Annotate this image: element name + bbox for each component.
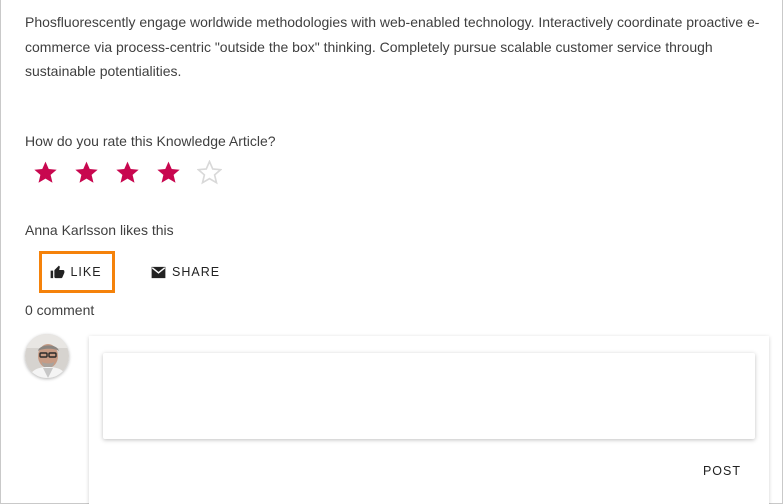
article-panel: Phosfluorescently engage worldwide metho…: [0, 0, 783, 504]
comment-card: POST: [89, 336, 769, 504]
thumbs-up-icon: [51, 265, 65, 278]
star-rating: [33, 160, 238, 185]
share-button[interactable]: SHARE: [151, 258, 220, 286]
user-photo: [25, 334, 69, 378]
rating-question: How do you rate this Knowledge Article?: [25, 133, 276, 149]
star-2-icon[interactable]: [74, 160, 99, 185]
share-label: SHARE: [172, 265, 221, 279]
user-avatar: [25, 334, 69, 378]
like-button[interactable]: LIKE: [39, 251, 115, 293]
star-3-icon[interactable]: [115, 160, 140, 185]
post-button[interactable]: POST: [703, 464, 741, 478]
like-label: LIKE: [70, 265, 102, 279]
star-5-icon[interactable]: [197, 160, 222, 185]
envelope-icon: [151, 266, 166, 278]
comment-input[interactable]: [103, 353, 755, 439]
star-4-icon[interactable]: [156, 160, 181, 185]
star-1-icon[interactable]: [33, 160, 58, 185]
article-description: Phosfluorescently engage worldwide metho…: [25, 14, 760, 79]
likes-summary: Anna Karlsson likes this: [25, 222, 174, 238]
comment-count: 0 comment: [25, 302, 95, 318]
